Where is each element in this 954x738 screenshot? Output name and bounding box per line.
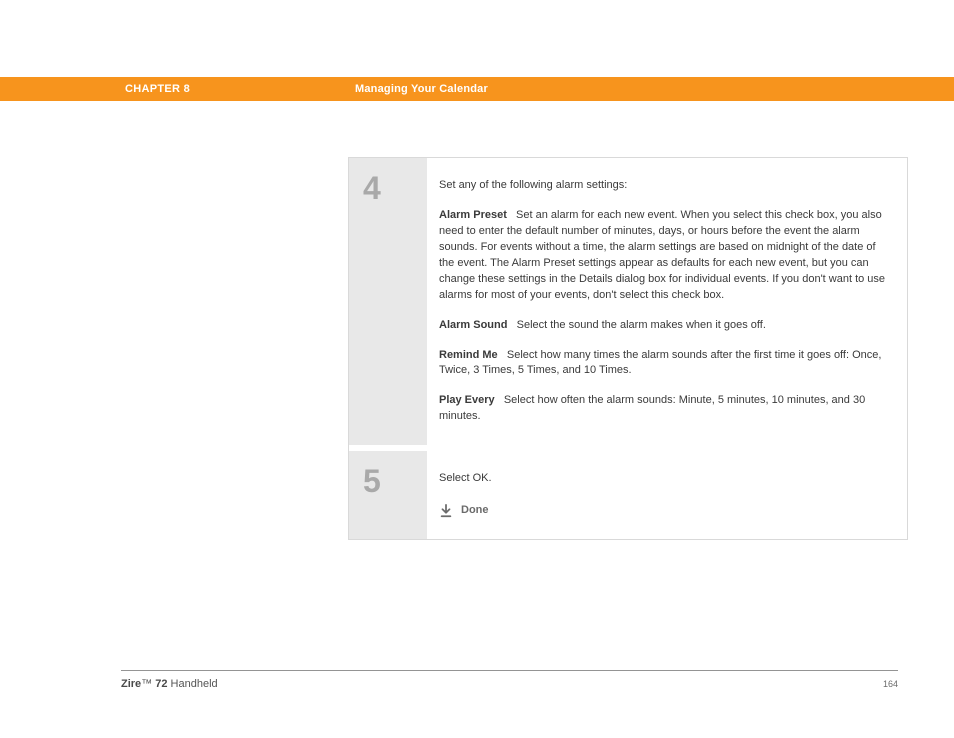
chapter-label: CHAPTER 8 [125,83,190,95]
footer-divider [121,670,898,671]
step-body: Select OK. Done [427,451,907,539]
setting-block: Alarm Preset Set an alarm for each new e… [439,208,889,304]
download-done-icon [439,504,453,518]
step-body: Set any of the following alarm settings:… [427,158,907,445]
setting-description: Set an alarm for each new event. When yo… [439,209,885,301]
step-number: 4 [363,172,427,204]
setting-label: Remind Me [439,349,498,361]
done-indicator: Done [439,503,889,519]
chapter-header-bar: CHAPTER 8 Managing Your Calendar [0,77,954,101]
page-title: Managing Your Calendar [355,83,488,95]
step-row: 4 Set any of the following alarm setting… [349,158,907,451]
brand-model: 72 [152,678,167,690]
setting-description: Select how many times the alarm sounds a… [439,349,881,377]
setting-block: Alarm Sound Select the sound the alarm m… [439,318,889,334]
page-number: 164 [883,679,898,689]
done-label: Done [461,503,489,519]
step-number-cell: 5 [349,451,427,539]
setting-description: Select how often the alarm sounds: Minut… [439,394,865,422]
setting-label: Alarm Sound [439,319,507,331]
footer-product-label: Zire™ 72 Handheld [121,678,218,690]
step-intro-text: Select OK. [439,471,889,487]
setting-label: Play Every [439,394,495,406]
page-footer: Zire™ 72 Handheld 164 [121,678,898,690]
setting-block: Play Every Select how often the alarm so… [439,393,889,425]
brand-name: Zire [121,678,141,690]
setting-label: Alarm Preset [439,209,507,221]
product-type: Handheld [167,678,217,690]
step-intro-text: Set any of the following alarm settings: [439,178,889,194]
setting-description: Select the sound the alarm makes when it… [517,319,766,331]
setting-block: Remind Me Select how many times the alar… [439,348,889,380]
trademark-symbol: ™ [141,678,152,690]
step-number-cell: 4 [349,158,427,445]
steps-container: 4 Set any of the following alarm setting… [348,157,908,540]
step-number: 5 [363,465,427,497]
step-row: 5 Select OK. Done [349,451,907,539]
